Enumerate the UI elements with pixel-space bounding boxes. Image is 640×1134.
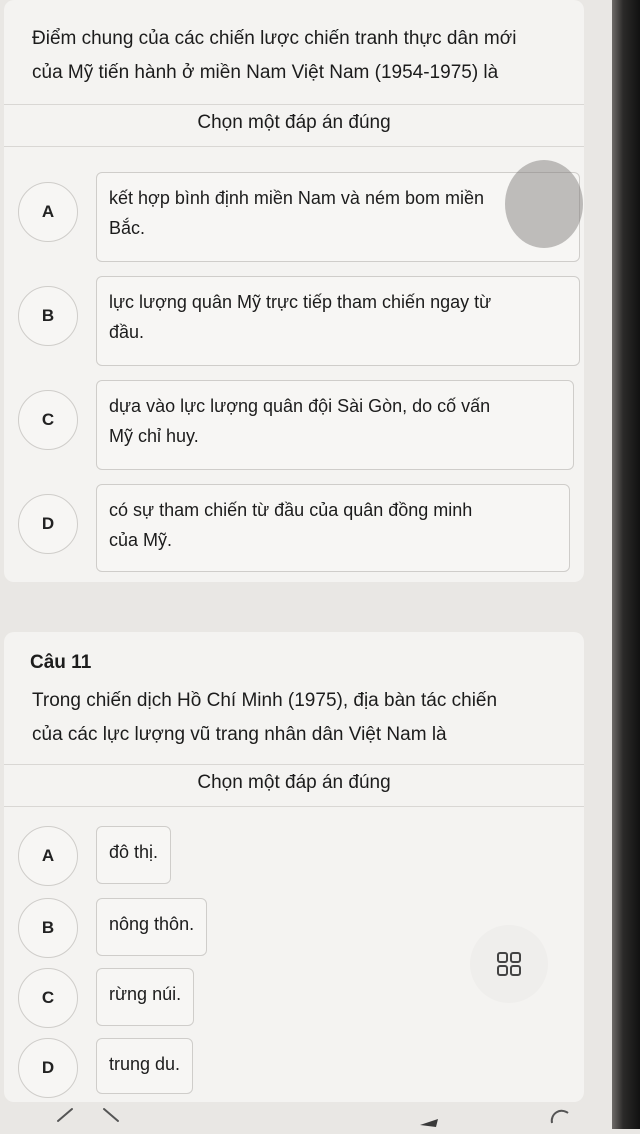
question-text: Điểm chung của các chiến lược chiến tran…: [32, 22, 564, 90]
option-answer-box[interactable]: đô thị.: [96, 826, 172, 884]
option-letter[interactable]: D: [18, 494, 78, 554]
option-text: kết hợp bình định miền Nam và ném bom mi…: [109, 188, 484, 208]
option-text: Bắc.: [109, 218, 146, 238]
option-letter[interactable]: A: [18, 826, 78, 886]
option-text: đô thị.: [109, 842, 159, 862]
option-answer-box[interactable]: có sự tham chiến từ đầu của quân đồng mi…: [96, 484, 570, 572]
question-line: của Mỹ tiến hành ở miền Nam Việt Nam (19…: [32, 62, 499, 83]
option-text: có sự tham chiến từ đầu của quân đồng mi…: [109, 500, 473, 520]
option-text: trung du.: [109, 1054, 181, 1074]
question-number: Câu 11: [30, 652, 92, 673]
question-card-11: Câu 11 Trong chiến dịch Hồ Chí Minh (197…: [4, 632, 584, 1102]
option-letter[interactable]: C: [18, 968, 78, 1028]
option-letter[interactable]: B: [18, 898, 78, 958]
question-line: Trong chiến dịch Hồ Chí Minh (1975), địa…: [32, 690, 498, 711]
arrow-icon: [420, 1119, 438, 1127]
chevron-right-icon[interactable]: [103, 1108, 119, 1122]
option-answer-box[interactable]: rừng núi.: [96, 968, 195, 1026]
grid-icon: [497, 952, 521, 976]
question-text: Trong chiến dịch Hồ Chí Minh (1975), địa…: [32, 684, 564, 752]
device-bezel: [612, 0, 640, 1129]
option-letter[interactable]: D: [18, 1038, 78, 1098]
option-text: rừng núi.: [109, 984, 182, 1004]
option-answer-box[interactable]: lực lượng quân Mỹ trực tiếp tham chiến n…: [96, 276, 580, 366]
option-text: của Mỹ.: [109, 530, 173, 550]
question-card-10: Điểm chung của các chiến lược chiến tran…: [4, 0, 584, 582]
option-answer-box[interactable]: nông thôn.: [96, 898, 208, 956]
rotate-icon[interactable]: [550, 1109, 569, 1124]
bottom-nav-bar: [0, 1101, 612, 1129]
option-answer-box[interactable]: dựa vào lực lượng quân đội Sài Gòn, do c…: [96, 380, 574, 470]
chevron-left-icon[interactable]: [57, 1108, 73, 1122]
option-text: nông thôn.: [109, 914, 195, 934]
option-text: dựa vào lực lượng quân đội Sài Gòn, do c…: [109, 396, 491, 416]
divider: [4, 146, 584, 147]
instruction-text: Chọn một đáp án đúng: [197, 772, 391, 793]
option-text: Mỹ chỉ huy.: [109, 426, 199, 446]
option-letter[interactable]: B: [18, 286, 78, 346]
option-text: đầu.: [109, 322, 145, 342]
instruction-text: Chọn một đáp án đúng: [197, 112, 391, 133]
question-line: của các lực lượng vũ trang nhân dân Việt…: [32, 724, 447, 745]
divider: [4, 806, 584, 807]
touch-highlight: [505, 160, 583, 248]
question-grid-button[interactable]: [470, 925, 548, 1003]
option-text: lực lượng quân Mỹ trực tiếp tham chiến n…: [109, 292, 492, 312]
option-letter[interactable]: A: [18, 182, 78, 242]
divider: [4, 764, 584, 765]
question-line: Điểm chung của các chiến lược chiến tran…: [32, 28, 517, 49]
divider: [4, 104, 584, 105]
option-letter[interactable]: C: [18, 390, 78, 450]
option-answer-box[interactable]: trung du.: [96, 1038, 194, 1094]
